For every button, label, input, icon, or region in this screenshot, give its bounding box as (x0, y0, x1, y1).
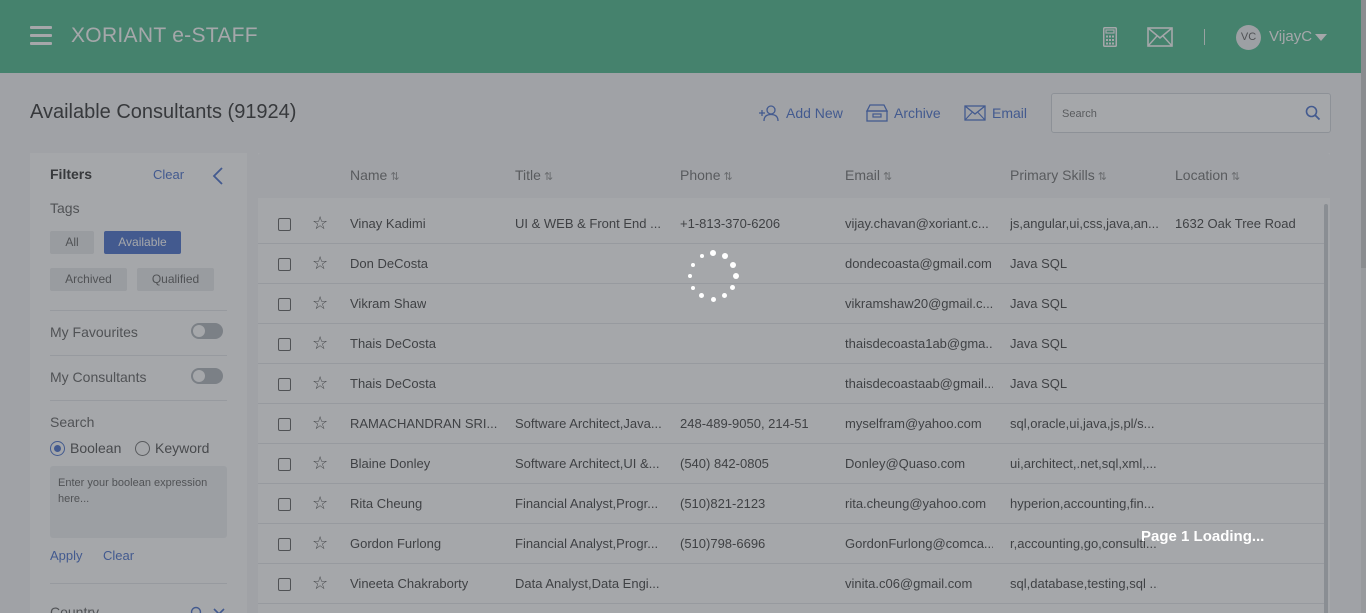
spinner-dot (699, 293, 704, 299)
spinner-dot (721, 253, 728, 260)
spinner-dot (722, 293, 727, 299)
spinner-dot (691, 285, 696, 290)
spinner-dot (710, 296, 716, 302)
spinner-dot (729, 261, 736, 268)
spinner-dot (691, 262, 696, 267)
spinner-dot (730, 285, 736, 290)
spinner-dot (699, 254, 704, 259)
loading-text: Page 1 Loading... (1141, 528, 1265, 545)
loading-overlay: Page 1 Loading... (0, 0, 1366, 613)
spinner-dot (688, 274, 692, 278)
spinner-dot (710, 250, 716, 256)
spinner-dot (733, 273, 739, 279)
loading-spinner-icon (686, 249, 741, 304)
